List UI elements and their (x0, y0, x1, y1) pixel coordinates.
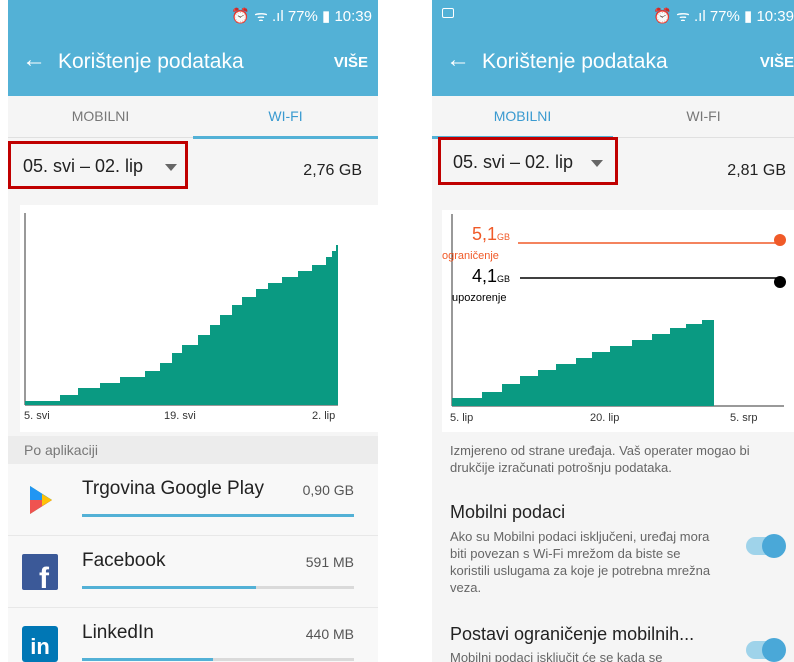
warning-label: upozorenje (452, 292, 507, 304)
per-app-section-header: Po aplikaciji (8, 436, 378, 464)
usage-chart: 5. svi 19. svi 2. lip (20, 205, 378, 432)
period-label: 05. svi – 02. lip (453, 152, 574, 172)
warning-handle[interactable] (774, 276, 786, 288)
linkedin-icon: in (22, 626, 58, 662)
x-axis-start-label: 5. svi (24, 410, 50, 422)
dropdown-caret-icon (165, 164, 177, 171)
facebook-icon: f (22, 554, 58, 590)
app-usage-amount: 591 MB (305, 554, 354, 570)
status-indicators: ⏰ ᯤ .ıl 77% ▮ 10:39 (653, 8, 794, 25)
dropdown-caret-icon (591, 160, 603, 167)
app-usage-amount: 0,90 GB (302, 482, 354, 498)
tab-bar: MOBILNI WI-FI (432, 96, 794, 139)
app-bar: ← Korištenje podataka VIŠE (8, 28, 378, 96)
back-arrow-icon[interactable]: ← (22, 48, 46, 72)
tab-mobilni[interactable]: MOBILNI (432, 96, 613, 139)
tab-mobilni[interactable]: MOBILNI (8, 96, 193, 138)
period-selector[interactable]: 05. svi – 02. lip (438, 137, 618, 185)
screenshot-notification-icon (442, 8, 454, 18)
tab-bar: MOBILNI WI-FI (8, 96, 378, 139)
limit-label: ograničenje (442, 250, 499, 262)
page-title: Korištenje podataka (58, 50, 244, 73)
setting-mobile-data-desc: Ako su Mobilni podaci isključeni, uređaj… (450, 529, 711, 595)
back-arrow-icon[interactable]: ← (446, 48, 470, 72)
status-bar: ⏰ ᯤ .ıl 77% ▮ 10:39 (432, 0, 794, 28)
mobile-usage-area (452, 320, 714, 406)
app-row-google-play[interactable]: Trgovina Google Play 0,90 GB (8, 464, 378, 536)
status-bar: ⏰ ᯤ .ıl 77% ▮ 10:39 (8, 0, 378, 28)
x-axis-end-label: 2. lip (312, 410, 336, 422)
mobile-usage-screen: ⏰ ᯤ .ıl 77% ▮ 10:39 ← Korištenje podatak… (432, 0, 794, 662)
limit-value: 5,1GB (472, 224, 511, 244)
svg-text:in: in (30, 634, 50, 659)
toggle-knob (762, 534, 786, 558)
page-title: Korištenje podataka (482, 50, 668, 73)
usage-bar-track (82, 514, 354, 517)
svg-text:f: f (39, 562, 50, 590)
toggle-knob (762, 638, 786, 662)
app-row-linkedin[interactable]: in LinkedIn 440 MB (8, 608, 378, 662)
app-name: LinkedIn (82, 622, 154, 643)
mobile-data-toggle[interactable] (746, 534, 786, 558)
app-usage-amount: 440 MB (305, 626, 354, 642)
wifi-usage-screen: ⏰ ᯤ .ıl 77% ▮ 10:39 ← Korištenje podatak… (8, 0, 378, 662)
x-axis-mid-label: 20. lip (590, 412, 620, 424)
period-label: 05. svi – 02. lip (23, 156, 144, 176)
x-axis-end-label: 5. srp (730, 412, 758, 424)
setting-data-limit-desc: Mobilni podaci isključit će se kada se (450, 650, 663, 662)
app-name: Trgovina Google Play (82, 478, 265, 499)
total-usage: 2,76 GB (303, 162, 362, 179)
more-button[interactable]: VIŠE (334, 54, 368, 71)
app-name: Facebook (82, 550, 166, 571)
app-bar: ← Korištenje podataka VIŠE (432, 28, 794, 96)
usage-area (25, 245, 338, 405)
google-play-icon (22, 482, 58, 518)
more-button[interactable]: VIŠE (760, 54, 794, 71)
total-usage: 2,81 GB (727, 162, 786, 179)
usage-bar-track (82, 658, 354, 661)
warning-value: 4,1GB (472, 266, 511, 286)
setting-data-limit-title[interactable]: Postavi ograničenje mobilnih... (450, 624, 694, 645)
limit-handle[interactable] (774, 234, 786, 246)
x-axis-mid-label: 19. svi (164, 410, 196, 422)
app-row-facebook[interactable]: f Facebook 591 MB (8, 536, 378, 608)
usage-bar-fill (82, 586, 257, 589)
usage-bar-track (82, 586, 354, 589)
measurement-note: Izmjereno od strane uređaja. Vaš operate… (450, 443, 750, 475)
usage-bar-fill (82, 658, 213, 661)
usage-chart-svg (24, 213, 338, 406)
tab-wifi[interactable]: WI-FI (193, 96, 378, 139)
status-indicators: ⏰ ᯤ .ıl 77% ▮ 10:39 (231, 8, 372, 25)
data-limit-toggle[interactable] (746, 638, 786, 662)
x-axis-start-label: 5. lip (450, 412, 474, 424)
setting-mobile-data-title[interactable]: Mobilni podaci (450, 502, 565, 523)
period-selector[interactable]: 05. svi – 02. lip (8, 141, 188, 189)
usage-bar-fill (82, 514, 354, 517)
mobile-usage-chart: 5,1GB ograničenje 4,1GB upozorenje 5. li… (442, 210, 794, 432)
tab-wifi[interactable]: WI-FI (613, 96, 794, 138)
